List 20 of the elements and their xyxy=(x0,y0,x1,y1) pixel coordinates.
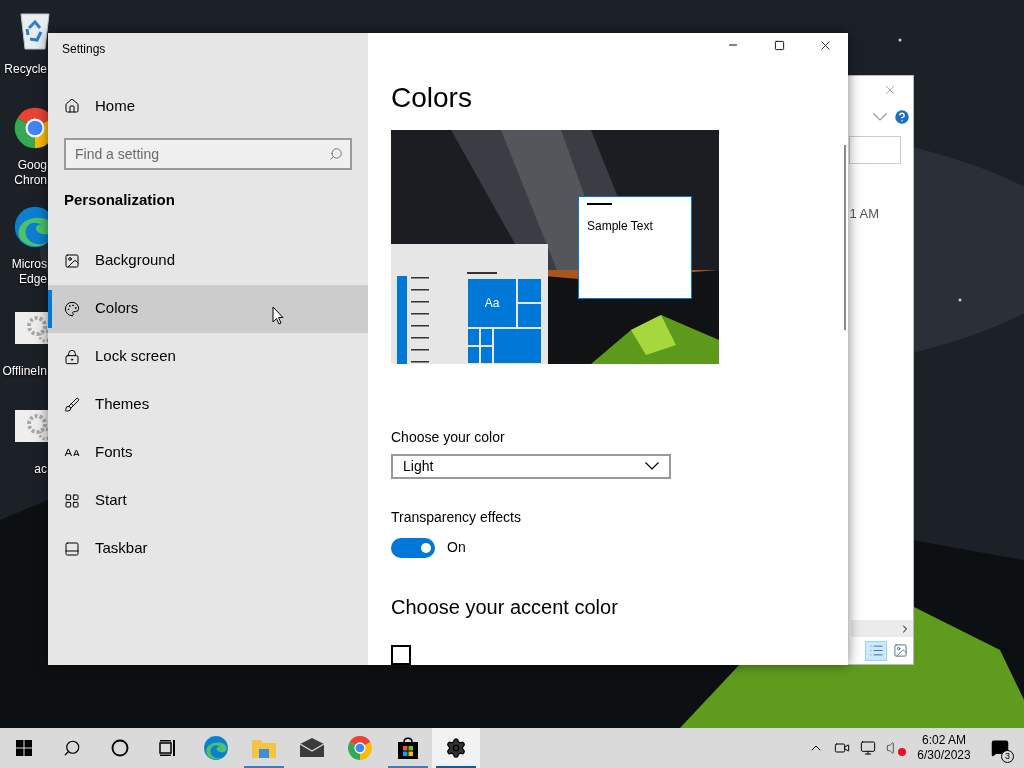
circle-icon xyxy=(111,739,129,757)
clock[interactable]: 6:02 AM 6/30/2023 xyxy=(912,728,976,768)
muted-icon xyxy=(898,748,906,756)
windows-logo-icon xyxy=(16,740,32,756)
browser-icon xyxy=(347,735,373,761)
folder-icon xyxy=(251,737,277,759)
running-indicator xyxy=(388,766,428,768)
notification-count: 3 xyxy=(1001,750,1014,763)
taskbar-button[interactable] xyxy=(432,728,480,768)
camera-icon[interactable] xyxy=(834,740,850,756)
task-view-icon xyxy=(159,739,177,757)
shopping-bag-icon xyxy=(396,736,420,760)
envelope-icon xyxy=(299,738,325,758)
notification-button[interactable]: 3 xyxy=(976,728,1024,768)
network-icon[interactable] xyxy=(860,740,876,756)
settings-icon xyxy=(445,737,467,759)
browser-icon xyxy=(203,735,229,761)
search-icon xyxy=(63,739,81,757)
running-indicator xyxy=(436,766,476,768)
running-indicator xyxy=(244,766,284,768)
